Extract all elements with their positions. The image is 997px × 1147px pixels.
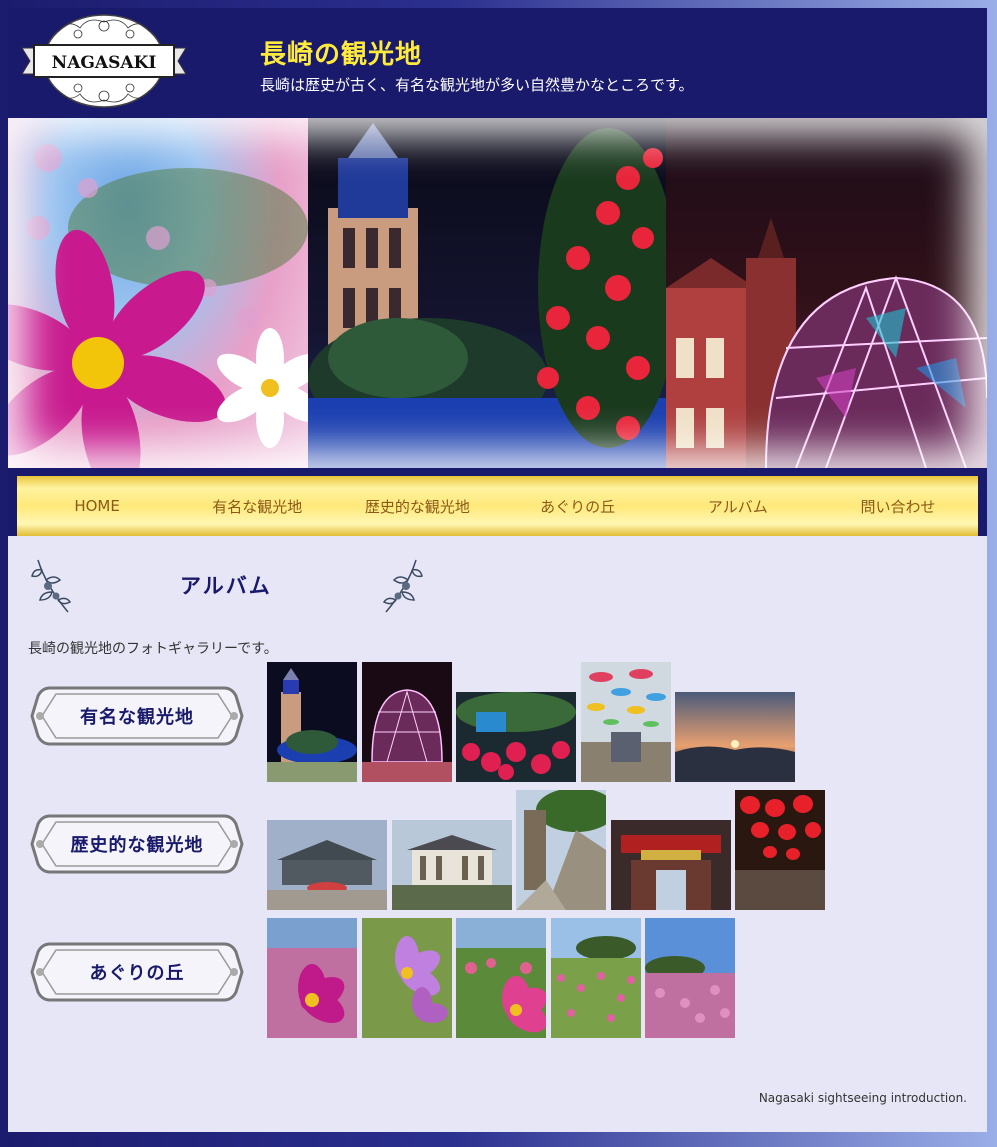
category-label: 有名な観光地	[80, 707, 194, 728]
nav-item-famous-spots[interactable]: 有名な観光地	[177, 476, 337, 536]
global-nav: HOME 有名な観光地 歴史的な観光地 あぐりの丘 アルバム 問い合わせ	[17, 476, 978, 536]
nav-item-album[interactable]: アルバム	[658, 476, 818, 536]
nav-item-home[interactable]: HOME	[17, 476, 177, 536]
leaf-ornament-icon	[28, 556, 74, 616]
photo-thumbnail[interactable]	[267, 662, 357, 782]
category-button-famous[interactable]: 有名な観光地	[28, 682, 246, 750]
site-header: NAGASAKI 長崎の観光地 長崎は歴史が古く、有名な観光地が多い自然豊かなと…	[8, 8, 987, 118]
photo-thumbnail[interactable]	[456, 692, 576, 782]
photo-thumbnail[interactable]	[516, 790, 606, 910]
nav-item-contact[interactable]: 問い合わせ	[818, 476, 978, 536]
leaf-ornament-icon	[380, 556, 426, 616]
nav-item-aguri-hill[interactable]: あぐりの丘	[498, 476, 658, 536]
nav-item-historic-spots[interactable]: 歴史的な観光地	[337, 476, 497, 536]
photo-thumbnail[interactable]	[611, 820, 731, 910]
category-label: 歴史的な観光地	[70, 835, 204, 856]
site-subtitle: 長崎は歴史が古く、有名な観光地が多い自然豊かなところです。	[260, 76, 694, 94]
photo-thumbnail[interactable]	[735, 790, 825, 910]
photo-thumbnail[interactable]	[456, 918, 546, 1038]
site-title: 長崎の観光地	[260, 40, 423, 70]
footer-text: Nagasaki sightseeing introduction.	[758, 1091, 967, 1105]
photo-thumbnail[interactable]	[551, 918, 641, 1038]
category-label: あぐりの丘	[89, 963, 185, 984]
photo-thumbnail[interactable]	[362, 662, 452, 782]
page-frame: NAGASAKI 長崎の観光地 長崎は歴史が古く、有名な観光地が多い自然豊かなと…	[8, 8, 987, 1132]
logo-text: NAGASAKI	[52, 53, 157, 73]
category-button-historic[interactable]: 歴史的な観光地	[28, 810, 246, 878]
nav-bar: HOME 有名な観光地 歴史的な観光地 あぐりの丘 アルバム 問い合わせ	[8, 468, 987, 536]
section-title: アルバム	[180, 574, 272, 598]
photo-thumbnail[interactable]	[392, 820, 512, 910]
photo-thumbnail[interactable]	[362, 918, 452, 1038]
hero-banner	[8, 118, 987, 468]
hero-image-cosmos	[8, 118, 308, 468]
hero-image-tower	[308, 118, 666, 468]
photo-thumbnail[interactable]	[675, 692, 795, 782]
photo-thumbnail[interactable]	[581, 662, 671, 782]
category-button-aguri[interactable]: あぐりの丘	[28, 938, 246, 1006]
album-intro: 長崎の観光地のフォトギャラリーです。	[28, 641, 278, 657]
hero-image-dome	[666, 118, 987, 468]
photo-thumbnail[interactable]	[267, 820, 387, 910]
photo-thumbnail[interactable]	[645, 918, 735, 1038]
site-logo[interactable]: NAGASAKI	[18, 12, 190, 110]
photo-thumbnail[interactable]	[267, 918, 357, 1038]
